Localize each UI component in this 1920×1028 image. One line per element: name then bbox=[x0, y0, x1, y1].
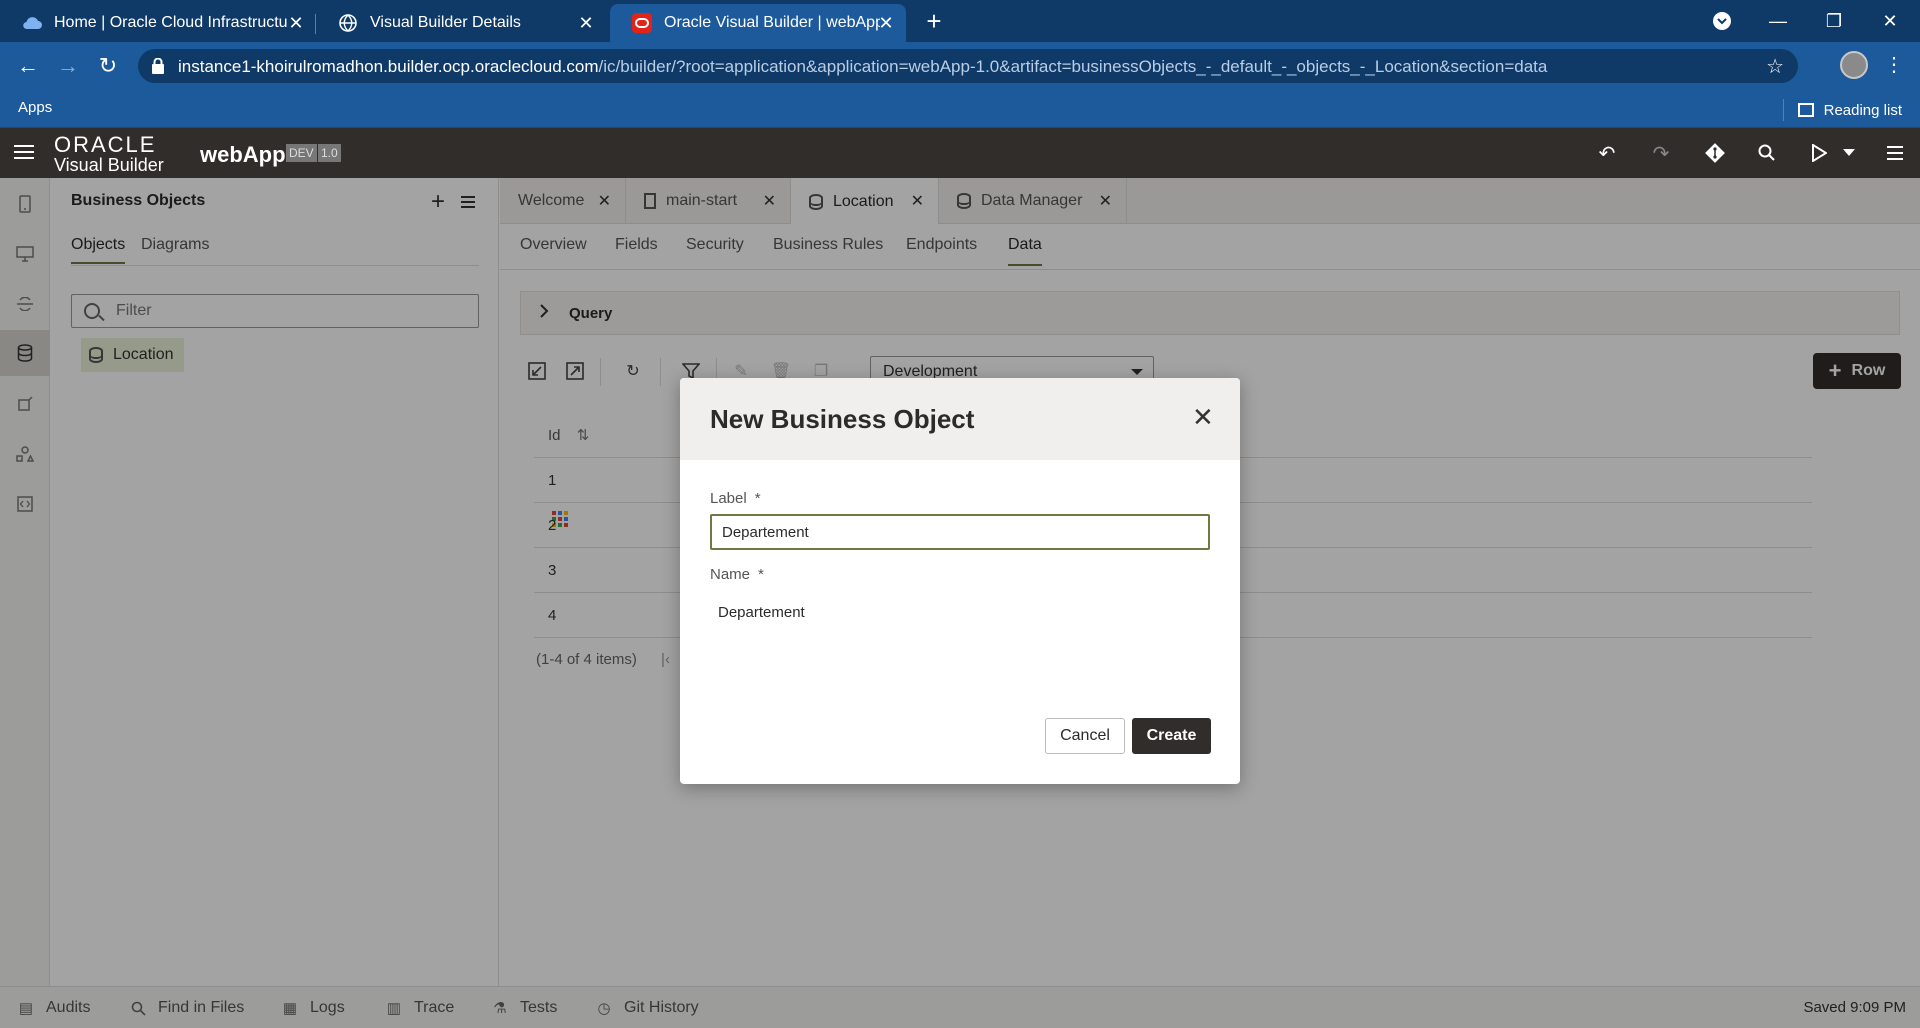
browser-tab-title: Home | Oracle Cloud Infrastructu bbox=[54, 14, 288, 31]
product-name: Visual Builder bbox=[54, 155, 164, 175]
tab-search-icon[interactable] bbox=[1694, 0, 1750, 42]
apps-bookmark[interactable]: Apps bbox=[18, 99, 568, 527]
more-menu-icon[interactable]: ⋮ bbox=[1884, 52, 1904, 77]
required-mark: * bbox=[758, 566, 764, 583]
browser-tab-title: Oracle Visual Builder | webApp-1 bbox=[664, 14, 880, 31]
address-bar: ← → ↻ instance1-khoirulromadhon.builder.… bbox=[0, 42, 1920, 90]
name-value: Departement bbox=[718, 604, 805, 621]
close-icon[interactable]: ✕ bbox=[286, 13, 306, 33]
bookmark-star-icon[interactable]: ☆ bbox=[1766, 54, 1784, 79]
name-caption-text: Name bbox=[710, 566, 751, 583]
browser-tab-vb-details[interactable]: Visual Builder Details ✕ bbox=[316, 4, 606, 42]
create-button[interactable]: Create bbox=[1132, 718, 1211, 754]
undo-icon[interactable]: ↶ bbox=[1594, 140, 1620, 166]
lock-icon bbox=[152, 58, 164, 74]
label-caption: Label * bbox=[710, 490, 761, 507]
run-icon[interactable] bbox=[1806, 140, 1832, 166]
browser-tab-strip: Home | Oracle Cloud Infrastructu ✕ Visua… bbox=[0, 0, 1920, 42]
reload-icon[interactable]: ↻ bbox=[94, 52, 122, 80]
restore-icon[interactable]: ❐ bbox=[1806, 0, 1862, 42]
avatar[interactable] bbox=[1840, 51, 1868, 79]
browser-tab-oci-home[interactable]: Home | Oracle Cloud Infrastructu ✕ bbox=[0, 4, 316, 42]
url-host: instance1-khoirulromadhon.builder.ocp.or… bbox=[178, 57, 599, 76]
close-icon[interactable]: ✕ bbox=[576, 13, 596, 33]
browser-tab-title: Visual Builder Details bbox=[370, 14, 521, 31]
name-caption: Name * bbox=[710, 566, 764, 583]
back-icon[interactable]: ← bbox=[14, 52, 42, 80]
search-icon[interactable] bbox=[1754, 140, 1780, 166]
url-field[interactable]: instance1-khoirulromadhon.builder.ocp.or… bbox=[138, 49, 1798, 83]
navigation-menu-icon[interactable] bbox=[14, 145, 34, 159]
dialog-header: New Business Object ✕ bbox=[680, 378, 1240, 460]
bookmarks-bar: Apps Reading list bbox=[0, 90, 1920, 527]
url-path: /ic/builder/?root=application&applicatio… bbox=[598, 57, 1548, 76]
reading-list-icon bbox=[1797, 103, 1814, 117]
apps-label: Apps bbox=[18, 99, 53, 116]
version-badge: 1.0 bbox=[318, 144, 341, 162]
dialog-title: New Business Object bbox=[710, 404, 975, 434]
forward-icon[interactable]: → bbox=[54, 52, 82, 80]
label-caption-text: Label bbox=[710, 490, 747, 507]
label-input[interactable] bbox=[712, 516, 1208, 548]
oracle-icon bbox=[632, 13, 652, 33]
cloud-icon bbox=[22, 13, 42, 33]
browser-tab-vb-webapp[interactable]: Oracle Visual Builder | webApp-1 ✕ bbox=[610, 4, 906, 42]
new-tab-button[interactable]: + bbox=[920, 8, 948, 36]
reading-list-button[interactable]: Reading list bbox=[1782, 99, 1902, 121]
close-window-icon[interactable]: ✕ bbox=[1862, 0, 1918, 42]
close-icon[interactable]: ✕ bbox=[1192, 404, 1214, 430]
run-options-chevron-down-icon[interactable] bbox=[1836, 140, 1862, 166]
reading-list-label: Reading list bbox=[1823, 101, 1902, 119]
new-business-object-dialog: New Business Object ✕ Label * Name * Depar… bbox=[680, 378, 1240, 784]
main-menu-icon[interactable] bbox=[1882, 140, 1908, 166]
minimize-icon[interactable]: — bbox=[1750, 0, 1806, 42]
label-field[interactable] bbox=[710, 514, 1210, 550]
globe-icon bbox=[338, 13, 358, 33]
env-badge: DEV bbox=[286, 144, 317, 162]
cancel-button[interactable]: Cancel bbox=[1045, 718, 1125, 754]
close-icon[interactable]: ✕ bbox=[876, 13, 896, 33]
git-icon[interactable] bbox=[1702, 140, 1728, 166]
vb-header: ORACLE Visual Builder webApp DEV 1.0 ↶ ↷ bbox=[0, 128, 1920, 178]
redo-icon[interactable]: ↷ bbox=[1648, 140, 1674, 166]
app-name: webApp bbox=[200, 142, 286, 167]
required-mark: * bbox=[754, 490, 761, 507]
